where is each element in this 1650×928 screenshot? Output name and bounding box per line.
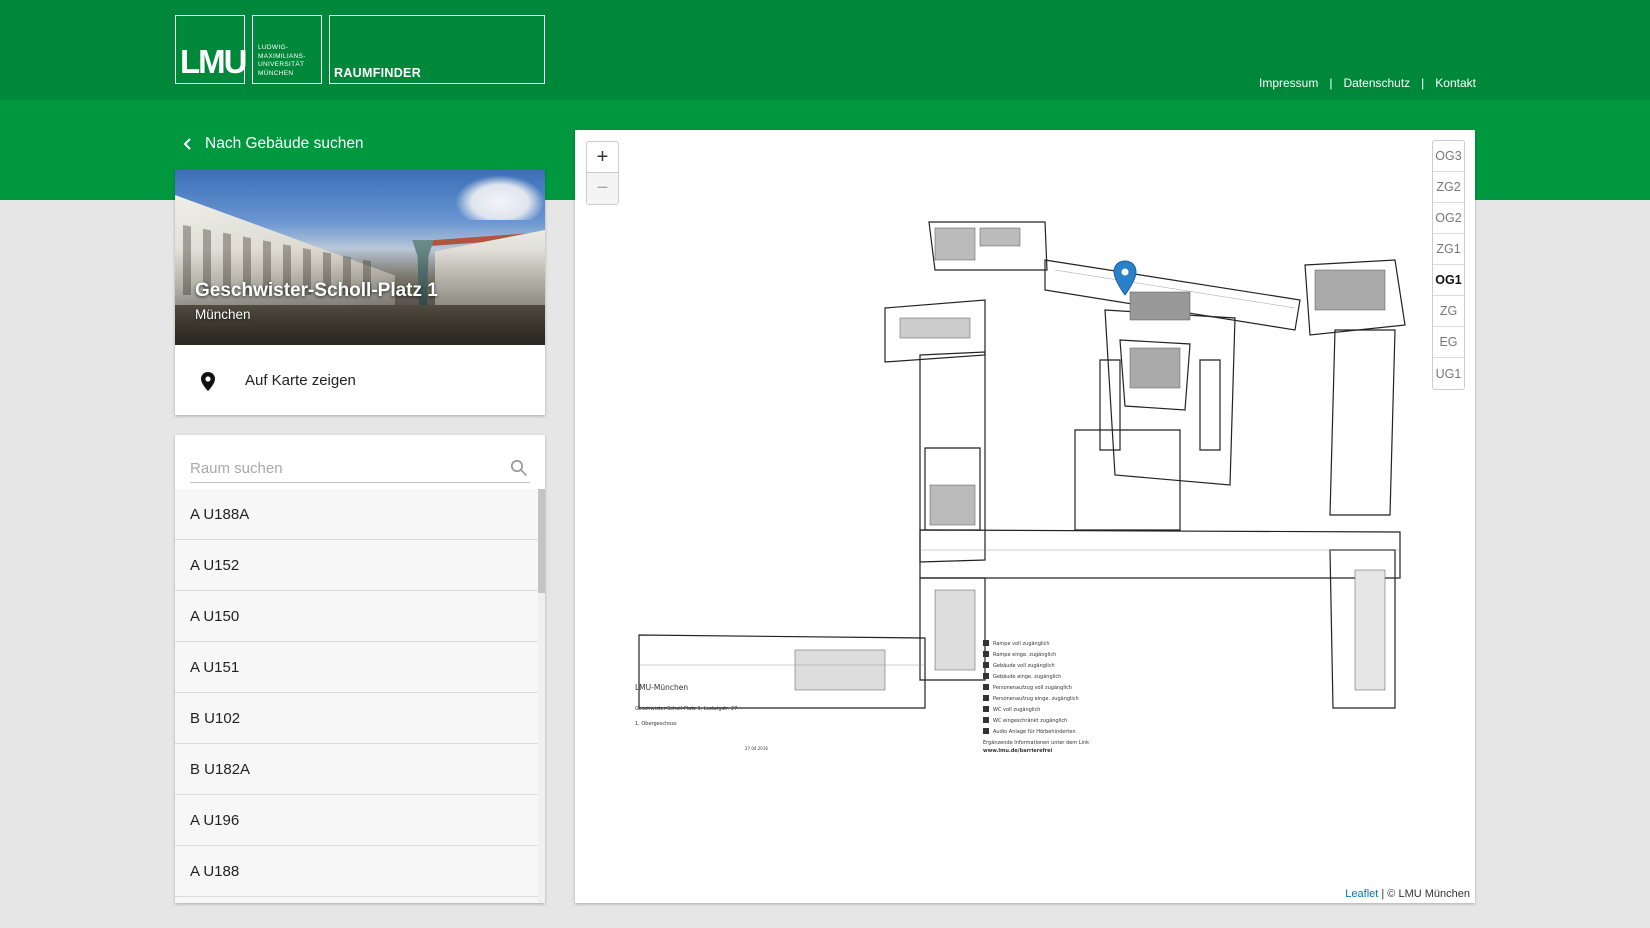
location-marker-icon[interactable] xyxy=(1113,260,1137,296)
room-item[interactable]: B U102 xyxy=(175,693,538,744)
building-card: Geschwister-Scholl-Platz 1 München Auf K… xyxy=(175,170,545,415)
room-item[interactable]: B U182A xyxy=(175,744,538,795)
building-photo: Geschwister-Scholl-Platz 1 München xyxy=(175,170,545,345)
floor-og1[interactable]: OG1 xyxy=(1433,265,1464,296)
university-name-line: UNIVERSITÄT xyxy=(258,61,305,68)
app-title: RAUMFINDER xyxy=(334,66,422,80)
chevron-left-icon xyxy=(183,138,191,150)
legend-item: WC eingeschränkt zugänglich xyxy=(993,718,1067,724)
room-search xyxy=(190,451,530,483)
map-attribution: Leaflet | © LMU München xyxy=(1345,888,1470,900)
impressum-link[interactable]: Impressum xyxy=(1259,76,1318,90)
room-search-input[interactable] xyxy=(190,451,490,479)
room-item[interactable]: A U150 xyxy=(175,591,538,642)
floor-og3[interactable]: OG3 xyxy=(1433,141,1464,172)
footer-links: Impressum | Datenschutz | Kontakt xyxy=(1259,76,1476,90)
floor-zg1[interactable]: ZG1 xyxy=(1433,234,1464,265)
room-list: A U188A A U152 A U150 A U151 B U102 B U1… xyxy=(175,489,545,903)
plan-floor: 1. Obergeschoss xyxy=(635,721,677,727)
floor-eg[interactable]: EG xyxy=(1433,327,1464,358)
attribution-separator: | xyxy=(1381,888,1385,900)
room-list-scroll-thumb[interactable] xyxy=(538,489,545,593)
lmu-logo[interactable]: LMU xyxy=(175,15,247,84)
legend-note: Ergänzende Informationen unter dem Link xyxy=(983,740,1089,746)
floor-plan-image: LMU-München Geschwister-Scholl-Platz 1, … xyxy=(635,221,1406,754)
room-item[interactable]: A U151 xyxy=(175,642,538,693)
map-pin-icon xyxy=(201,372,215,391)
legend-item: Personenaufzug voll zugänglich xyxy=(993,685,1072,691)
floor-switcher: OG3 ZG2 OG2 ZG1 OG1 ZG EG UG1 xyxy=(1432,140,1465,390)
show-on-map-label: Auf Karte zeigen xyxy=(245,372,356,389)
floor-ug1[interactable]: UG1 xyxy=(1433,358,1464,389)
plan-address: Geschwister-Scholl-Platz 1, Ludwigstr. 2… xyxy=(635,706,737,712)
legend-item: WC voll zugänglich xyxy=(993,707,1040,713)
university-name-line: LUDWIG- xyxy=(258,44,289,51)
back-to-building-search[interactable]: Nach Gebäude suchen xyxy=(183,135,364,153)
room-item[interactable]: A U188 xyxy=(175,846,538,897)
plan-date: 27.04.2016 xyxy=(745,746,768,751)
university-name-logo[interactable]: LUDWIG- MAXIMILIANS- UNIVERSITÄT MÜNCHEN xyxy=(252,15,322,84)
legend-item: Audio Anlage für Hörbehinderten xyxy=(993,729,1076,735)
app-title-box[interactable]: RAUMFINDER xyxy=(329,15,545,84)
floor-zg2[interactable]: ZG2 xyxy=(1433,172,1464,203)
link-separator: | xyxy=(1329,76,1333,90)
legend-item: Gebäude einge. zugänglich xyxy=(993,674,1061,680)
kontakt-link[interactable]: Kontakt xyxy=(1435,76,1476,90)
zoom-in-button[interactable]: + xyxy=(587,142,618,173)
floor-og2[interactable]: OG2 xyxy=(1433,203,1464,234)
room-item[interactable]: A U188A xyxy=(175,489,538,540)
legend-item: Personenaufzug einge. zugänglich xyxy=(993,696,1079,702)
plan-title: LMU-München xyxy=(635,683,688,692)
university-name-text: LUDWIG- MAXIMILIANS- UNIVERSITÄT MÜNCHEN xyxy=(258,44,306,78)
zoom-control: + − xyxy=(586,141,619,205)
legend-item: Rampe voll zugänglich xyxy=(993,641,1050,647)
legend-link: www.lmu.de/barrierefrei xyxy=(983,748,1052,754)
show-on-map-button[interactable]: Auf Karte zeigen xyxy=(175,345,545,415)
university-name-line: MÜNCHEN xyxy=(258,69,294,77)
lmu-logo-text: LMU xyxy=(180,43,247,80)
building-name: Geschwister-Scholl-Platz 1 xyxy=(195,280,438,301)
link-separator: | xyxy=(1421,76,1425,90)
floor-zg[interactable]: ZG xyxy=(1433,296,1464,327)
room-search-card: A U188A A U152 A U150 A U151 B U102 B U1… xyxy=(175,435,545,903)
legend-item: Gebäude voll zugänglich xyxy=(993,663,1055,669)
legend-item: Rampe einge. zugänglich xyxy=(993,652,1056,658)
floor-plan-map[interactable]: LMU-München Geschwister-Scholl-Platz 1, … xyxy=(575,130,1475,903)
copyright-text: © LMU München xyxy=(1387,888,1470,900)
room-item[interactable]: A U152 xyxy=(175,540,538,591)
search-icon[interactable] xyxy=(510,459,528,477)
room-list-scrollbar[interactable] xyxy=(538,489,545,903)
zoom-out-button[interactable]: − xyxy=(587,173,618,204)
building-city: München xyxy=(195,307,251,322)
datenschutz-link[interactable]: Datenschutz xyxy=(1343,76,1410,90)
leaflet-link[interactable]: Leaflet xyxy=(1345,888,1378,900)
back-label: Nach Gebäude suchen xyxy=(205,135,364,152)
university-name-line: MAXIMILIANS- xyxy=(258,52,306,60)
room-item[interactable]: A U196 xyxy=(175,795,538,846)
